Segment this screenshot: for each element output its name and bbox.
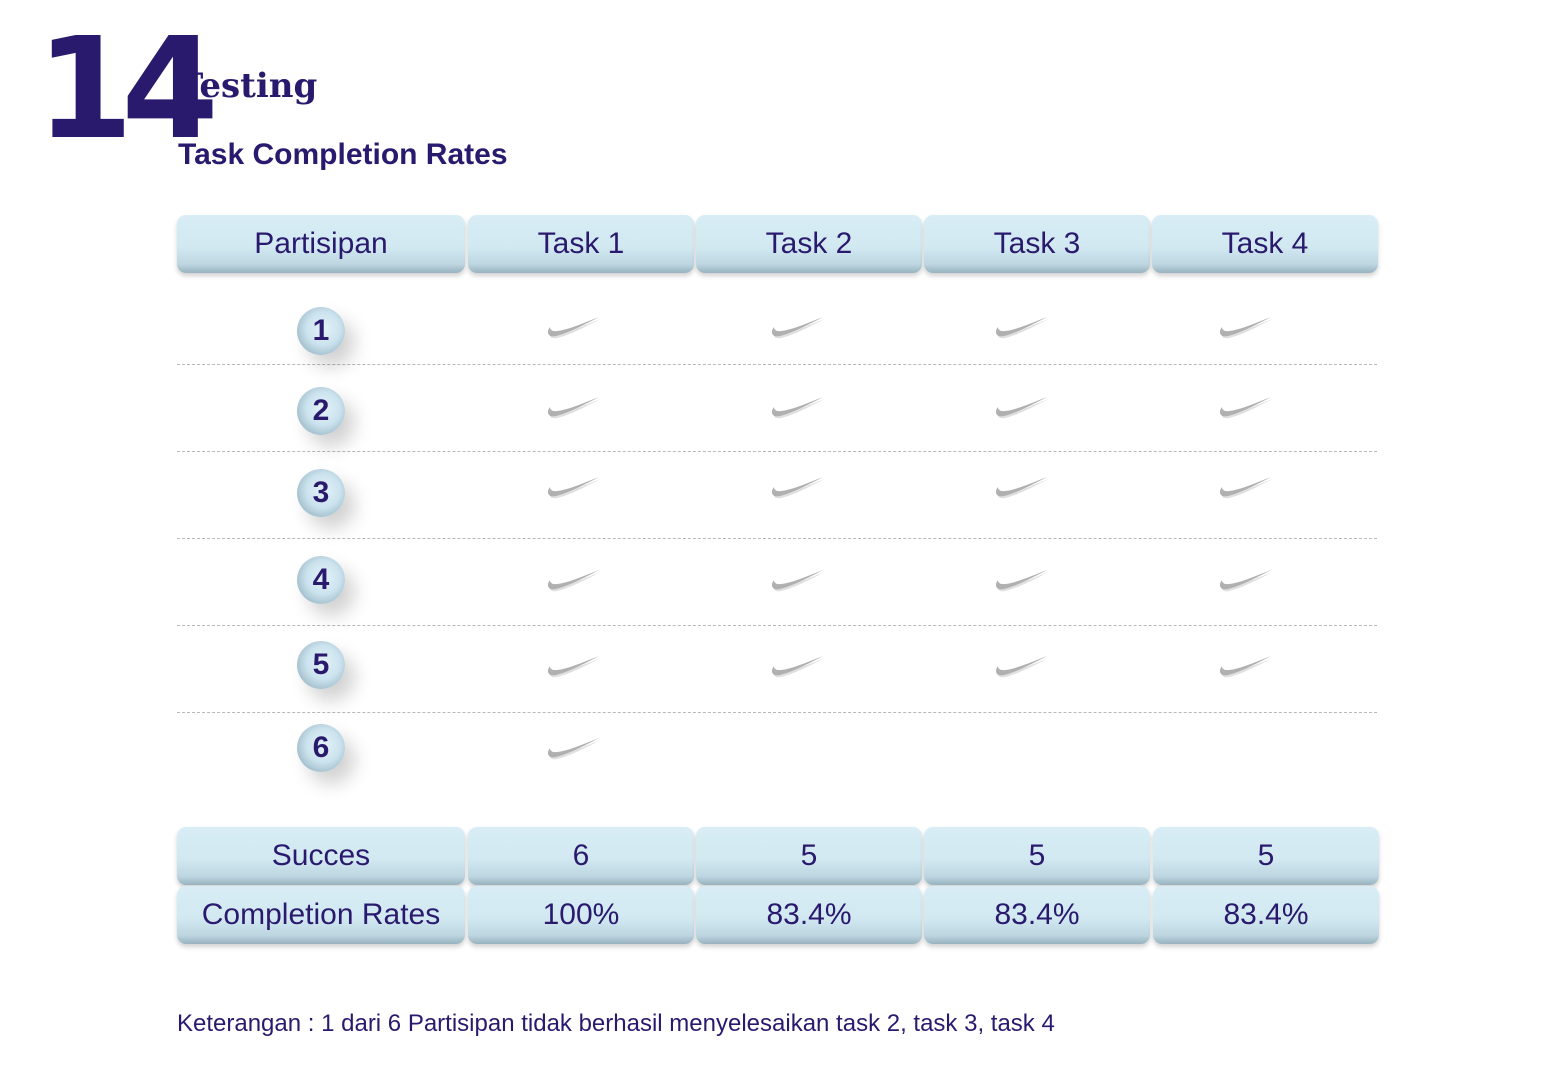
page-subtitle: Task Completion Rates (178, 138, 508, 171)
check-swoosh-icon (548, 738, 600, 760)
check-swoosh-icon (1220, 477, 1272, 499)
success-value-task-1: 6 (468, 827, 694, 885)
header-task-3: Task 3 (924, 215, 1150, 273)
check-swoosh-icon (772, 317, 824, 339)
check-swoosh-icon (548, 317, 600, 339)
participant-badge: 6 (297, 724, 345, 772)
check-swoosh-icon (548, 570, 600, 592)
row-divider (177, 712, 1377, 713)
participant-badge: 3 (297, 469, 345, 517)
header-task-4: Task 4 (1152, 215, 1378, 273)
check-swoosh-icon (996, 656, 1048, 678)
check-swoosh-icon (996, 570, 1048, 592)
row-divider (177, 538, 1377, 539)
check-swoosh-icon (996, 477, 1048, 499)
rate-value-task-2: 83.4% (696, 886, 922, 944)
row-divider (177, 625, 1377, 626)
check-swoosh-icon (996, 397, 1048, 419)
success-value-task-4: 5 (1153, 827, 1379, 885)
check-swoosh-icon (1220, 656, 1272, 678)
header-partisipan: Partisipan (177, 215, 465, 273)
participant-badge: 2 (297, 387, 345, 435)
check-swoosh-icon (772, 477, 824, 499)
row-divider (177, 364, 1377, 365)
check-swoosh-icon (1220, 397, 1272, 419)
participant-badge: 1 (297, 307, 345, 355)
section-title: Testing (178, 66, 318, 106)
rate-value-task-4: 83.4% (1153, 886, 1379, 944)
footnote: Keterangan : 1 dari 6 Partisipan tidak b… (177, 1010, 1055, 1037)
rate-label: Completion Rates (177, 886, 465, 944)
check-swoosh-icon (1220, 570, 1272, 592)
success-value-task-3: 5 (924, 827, 1150, 885)
participant-badge: 5 (297, 641, 345, 689)
check-swoosh-icon (548, 397, 600, 419)
check-swoosh-icon (772, 570, 824, 592)
success-value-task-2: 5 (696, 827, 922, 885)
row-divider (177, 451, 1377, 452)
rate-value-task-1: 100% (468, 886, 694, 944)
participant-badge: 4 (297, 556, 345, 604)
rate-value-task-3: 83.4% (924, 886, 1150, 944)
check-swoosh-icon (1220, 317, 1272, 339)
success-label: Succes (177, 827, 465, 885)
header-task-2: Task 2 (696, 215, 922, 273)
check-swoosh-icon (772, 397, 824, 419)
check-swoosh-icon (996, 317, 1048, 339)
header-task-1: Task 1 (468, 215, 694, 273)
check-swoosh-icon (548, 656, 600, 678)
check-swoosh-icon (772, 656, 824, 678)
check-swoosh-icon (548, 477, 600, 499)
